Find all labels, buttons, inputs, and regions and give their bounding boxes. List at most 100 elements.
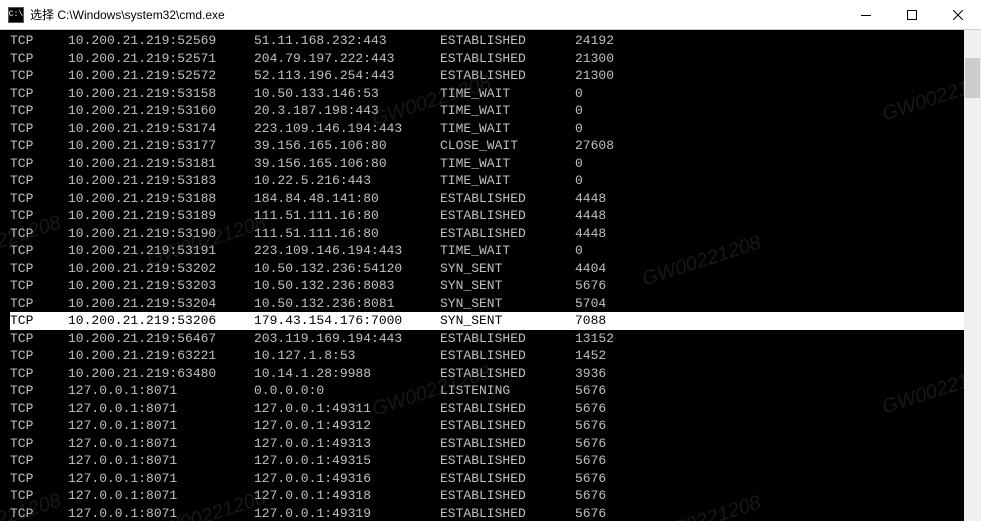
remote-address-cell: 10.127.1.8:53 — [254, 347, 440, 365]
proto-cell: TCP — [10, 295, 68, 313]
state-cell: ESTABLISHED — [440, 365, 575, 383]
local-address-cell: 10.200.21.219:52572 — [68, 67, 254, 85]
state-cell: CLOSE_WAIT — [440, 137, 575, 155]
pid-cell: 24192 — [575, 32, 655, 50]
pid-cell: 5676 — [575, 277, 655, 295]
state-cell: ESTABLISHED — [440, 225, 575, 243]
pid-cell: 7088 — [575, 312, 655, 330]
netstat-row[interactable]: TCP 10.200.21.219:53177 39.156.165.106:8… — [10, 137, 981, 155]
netstat-row[interactable]: TCP 10.200.21.219:53183 10.22.5.216:443 … — [10, 172, 981, 190]
state-cell: LISTENING — [440, 382, 575, 400]
proto-cell: TCP — [10, 382, 68, 400]
netstat-row[interactable]: TCP 10.200.21.219:53202 10.50.132.236:54… — [10, 260, 981, 278]
titlebar[interactable]: C:\ 选择 C:\Windows\system32\cmd.exe — [0, 0, 981, 30]
scroll-thumb[interactable] — [965, 58, 980, 98]
netstat-row[interactable]: TCP 10.200.21.219:53174 223.109.146.194:… — [10, 120, 981, 138]
scrollbar[interactable] — [964, 30, 981, 521]
proto-cell: TCP — [10, 470, 68, 488]
close-button[interactable] — [935, 0, 981, 30]
local-address-cell: 10.200.21.219:53189 — [68, 207, 254, 225]
proto-cell: TCP — [10, 365, 68, 383]
netstat-row[interactable]: TCP 127.0.0.1:8071 127.0.0.1:49319 ESTAB… — [10, 505, 981, 521]
netstat-row[interactable]: TCP 10.200.21.219:63480 10.14.1.28:9988 … — [10, 365, 981, 383]
pid-cell: 5704 — [575, 295, 655, 313]
pid-cell: 4404 — [575, 260, 655, 278]
netstat-row[interactable]: TCP 10.200.21.219:52569 51.11.168.232:44… — [10, 32, 981, 50]
netstat-row[interactable]: TCP 127.0.0.1:8071 127.0.0.1:49311 ESTAB… — [10, 400, 981, 418]
proto-cell: TCP — [10, 330, 68, 348]
netstat-row[interactable]: TCP 10.200.21.219:53160 20.3.187.198:443… — [10, 102, 981, 120]
netstat-row[interactable]: TCP 127.0.0.1:8071 127.0.0.1:49315 ESTAB… — [10, 452, 981, 470]
local-address-cell: 10.200.21.219:53183 — [68, 172, 254, 190]
proto-cell: TCP — [10, 155, 68, 173]
pid-cell: 3936 — [575, 365, 655, 383]
state-cell: TIME_WAIT — [440, 242, 575, 260]
proto-cell: TCP — [10, 505, 68, 521]
netstat-row[interactable]: TCP 127.0.0.1:8071 127.0.0.1:49312 ESTAB… — [10, 417, 981, 435]
netstat-row[interactable]: TCP 10.200.21.219:52572 52.113.196.254:4… — [10, 67, 981, 85]
remote-address-cell: 127.0.0.1:49316 — [254, 470, 440, 488]
remote-address-cell: 10.50.132.236:8081 — [254, 295, 440, 313]
netstat-row[interactable]: TCP 127.0.0.1:8071 127.0.0.1:49313 ESTAB… — [10, 435, 981, 453]
local-address-cell: 10.200.21.219:53160 — [68, 102, 254, 120]
netstat-row[interactable]: TCP 10.200.21.219:53158 10.50.133.146:53… — [10, 85, 981, 103]
remote-address-cell: 204.79.197.222:443 — [254, 50, 440, 68]
netstat-row[interactable]: TCP 127.0.0.1:8071 0.0.0.0:0 LISTENING 5… — [10, 382, 981, 400]
proto-cell: TCP — [10, 190, 68, 208]
pid-cell: 4448 — [575, 207, 655, 225]
netstat-row[interactable]: TCP 10.200.21.219:53188 184.84.48.141:80… — [10, 190, 981, 208]
state-cell: ESTABLISHED — [440, 435, 575, 453]
minimize-button[interactable] — [843, 0, 889, 30]
netstat-row[interactable]: TCP 10.200.21.219:63221 10.127.1.8:53 ES… — [10, 347, 981, 365]
local-address-cell: 10.200.21.219:53188 — [68, 190, 254, 208]
state-cell: SYN_SENT — [440, 260, 575, 278]
netstat-row[interactable]: TCP 10.200.21.219:53191 223.109.146.194:… — [10, 242, 981, 260]
local-address-cell: 127.0.0.1:8071 — [68, 452, 254, 470]
remote-address-cell: 127.0.0.1:49315 — [254, 452, 440, 470]
remote-address-cell: 52.113.196.254:443 — [254, 67, 440, 85]
netstat-row[interactable]: TCP 10.200.21.219:53190 111.51.111.16:80… — [10, 225, 981, 243]
netstat-row[interactable]: TCP 127.0.0.1:8071 127.0.0.1:49318 ESTAB… — [10, 487, 981, 505]
proto-cell: TCP — [10, 207, 68, 225]
proto-cell: TCP — [10, 50, 68, 68]
proto-cell: TCP — [10, 67, 68, 85]
remote-address-cell: 179.43.154.176:7000 — [254, 312, 440, 330]
pid-cell: 21300 — [575, 67, 655, 85]
netstat-row[interactable]: TCP 10.200.21.219:52571 204.79.197.222:4… — [10, 50, 981, 68]
netstat-row[interactable]: TCP 10.200.21.219:53189 111.51.111.16:80… — [10, 207, 981, 225]
state-cell: SYN_SENT — [440, 295, 575, 313]
local-address-cell: 10.200.21.219:53158 — [68, 85, 254, 103]
proto-cell: TCP — [10, 225, 68, 243]
local-address-cell: 10.200.21.219:53204 — [68, 295, 254, 313]
state-cell: ESTABLISHED — [440, 452, 575, 470]
pid-cell: 13152 — [575, 330, 655, 348]
netstat-row[interactable]: TCP 10.200.21.219:53203 10.50.132.236:80… — [10, 277, 981, 295]
state-cell: ESTABLISHED — [440, 505, 575, 521]
proto-cell: TCP — [10, 137, 68, 155]
local-address-cell: 127.0.0.1:8071 — [68, 382, 254, 400]
state-cell: ESTABLISHED — [440, 207, 575, 225]
remote-address-cell: 111.51.111.16:80 — [254, 225, 440, 243]
netstat-row[interactable]: TCP 127.0.0.1:8071 127.0.0.1:49316 ESTAB… — [10, 470, 981, 488]
netstat-row[interactable]: TCP 10.200.21.219:56467 203.119.169.194:… — [10, 330, 981, 348]
proto-cell: TCP — [10, 260, 68, 278]
pid-cell: 5676 — [575, 505, 655, 521]
local-address-cell: 127.0.0.1:8071 — [68, 470, 254, 488]
proto-cell: TCP — [10, 417, 68, 435]
netstat-row[interactable]: TCP 10.200.21.219:53204 10.50.132.236:80… — [10, 295, 981, 313]
local-address-cell: 10.200.21.219:52569 — [68, 32, 254, 50]
remote-address-cell: 127.0.0.1:49311 — [254, 400, 440, 418]
local-address-cell: 10.200.21.219:53190 — [68, 225, 254, 243]
maximize-button[interactable] — [889, 0, 935, 30]
state-cell: ESTABLISHED — [440, 32, 575, 50]
local-address-cell: 10.200.21.219:53177 — [68, 137, 254, 155]
local-address-cell: 127.0.0.1:8071 — [68, 417, 254, 435]
terminal-output[interactable]: TCP 10.200.21.219:52569 51.11.168.232:44… — [0, 30, 981, 521]
state-cell: TIME_WAIT — [440, 85, 575, 103]
netstat-row[interactable]: TCP 10.200.21.219:53181 39.156.165.106:8… — [10, 155, 981, 173]
local-address-cell: 10.200.21.219:53203 — [68, 277, 254, 295]
local-address-cell: 127.0.0.1:8071 — [68, 505, 254, 521]
proto-cell: TCP — [10, 242, 68, 260]
netstat-row[interactable]: TCP 10.200.21.219:53206 179.43.154.176:7… — [10, 312, 981, 330]
remote-address-cell: 127.0.0.1:49319 — [254, 505, 440, 521]
